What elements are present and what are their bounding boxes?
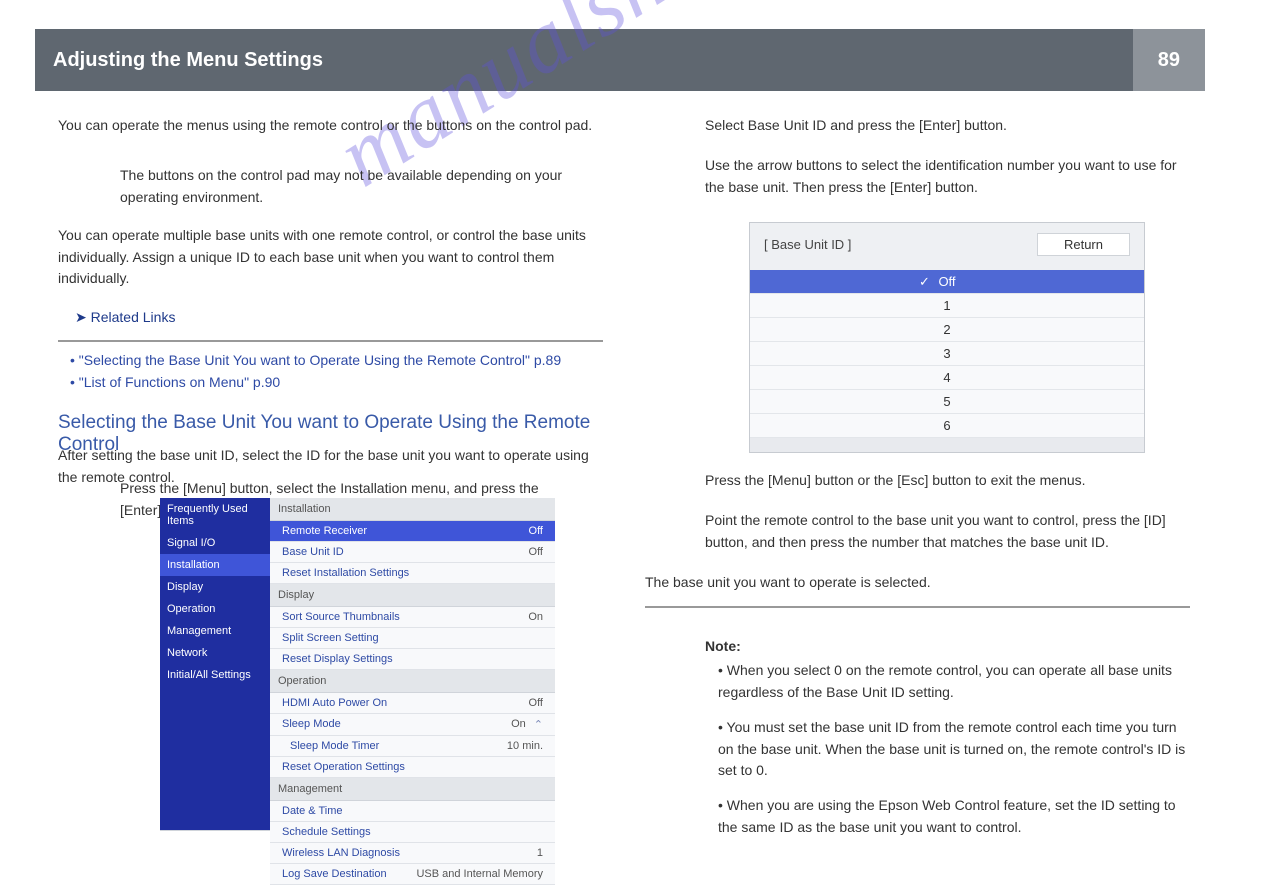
note-2: • You must set the base unit ID from the… (718, 717, 1188, 782)
page-title: Adjusting the Menu Settings (53, 49, 323, 72)
dialog-option[interactable]: 4 (750, 366, 1144, 390)
dialog-option[interactable]: 2 (750, 318, 1144, 342)
step-3-text: Use the arrow buttons to select the iden… (705, 155, 1185, 198)
return-button[interactable]: Return (1037, 233, 1130, 256)
menu-item[interactable]: Sleep Mode Timer10 min. (270, 736, 555, 757)
menu-item[interactable]: Split Screen Setting (270, 628, 555, 649)
intro-para-1: You can operate the menus using the remo… (58, 115, 603, 137)
menu-side-item[interactable]: Network (160, 642, 270, 664)
divider (58, 340, 603, 342)
intro-para-2: You can operate multiple base units with… (58, 225, 603, 290)
notes-heading: Note: (705, 636, 1190, 658)
menu-item[interactable]: Reset Display Settings (270, 649, 555, 670)
menu-main: InstallationRemote ReceiverOffBase Unit … (270, 498, 555, 830)
menu-side-item[interactable]: Display (160, 576, 270, 598)
related-links-heading: ➤ Related Links (75, 307, 275, 329)
menu-item[interactable]: Wireless LAN Diagnosis1 (270, 843, 555, 864)
menu-item[interactable]: Sleep ModeOn⌃ (270, 714, 555, 736)
menu-section-header: Operation (270, 670, 555, 693)
note-3: • When you are using the Epson Web Contr… (718, 795, 1188, 838)
divider-2 (645, 606, 1190, 608)
menu-item[interactable]: Sort Source ThumbnailsOn (270, 607, 555, 628)
related-link-1[interactable]: • "Selecting the Base Unit You want to O… (70, 350, 600, 372)
base-unit-id-dialog: [ Base Unit ID ] Return Off123456 (749, 222, 1145, 453)
step-2-text: Select Base Unit ID and press the [Enter… (705, 115, 1185, 137)
menu-item[interactable]: Reset Operation Settings (270, 757, 555, 778)
menu-section-header: Installation (270, 498, 555, 521)
menu-section-header: Display (270, 584, 555, 607)
closing-text: The base unit you want to operate is sel… (645, 572, 1190, 594)
menu-item[interactable]: Reset Installation Settings (270, 563, 555, 584)
step-4-text: Press the [Menu] button or the [Esc] but… (705, 470, 1185, 492)
related-link-2[interactable]: • "List of Functions on Menu" p.90 (70, 372, 600, 394)
dialog-title: [ Base Unit ID ] (764, 237, 851, 252)
dialog-option[interactable]: 1 (750, 294, 1144, 318)
page-header: Adjusting the Menu Settings 89 (35, 29, 1205, 91)
menu-item[interactable]: Base Unit IDOff (270, 542, 555, 563)
note-1: • When you select 0 on the remote contro… (718, 660, 1188, 703)
page-number: 89 (1133, 29, 1205, 91)
menu-side-item[interactable]: Management (160, 620, 270, 642)
menu-side-item[interactable]: Frequently Used Items (160, 498, 270, 532)
dialog-option[interactable]: 3 (750, 342, 1144, 366)
step-5-text: Point the remote control to the base uni… (705, 510, 1185, 553)
menu-side-item[interactable]: Operation (160, 598, 270, 620)
menu-item[interactable]: HDMI Auto Power OnOff (270, 693, 555, 714)
menu-item[interactable]: Schedule Settings (270, 822, 555, 843)
chevron-up-icon: ⌃ (534, 718, 543, 731)
menu-item[interactable]: Log Save DestinationUSB and Internal Mem… (270, 864, 555, 885)
menu-section-header: Management (270, 778, 555, 801)
dialog-option[interactable]: 5 (750, 390, 1144, 414)
menu-side-item[interactable]: Signal I/O (160, 532, 270, 554)
dialog-option[interactable]: Off (750, 270, 1144, 294)
menu-item[interactable]: Date & Time (270, 801, 555, 822)
dialog-option[interactable]: 6 (750, 414, 1144, 438)
note-para: The buttons on the control pad may not b… (120, 165, 600, 208)
menu-side-item[interactable]: Initial/All Settings (160, 664, 270, 686)
menu-sidebar: Frequently Used ItemsSignal I/OInstallat… (160, 498, 270, 830)
menu-item[interactable]: Remote ReceiverOff (270, 521, 555, 542)
menu-side-item[interactable]: Installation (160, 554, 270, 576)
settings-menu-screenshot: Frequently Used ItemsSignal I/OInstallat… (160, 498, 555, 831)
